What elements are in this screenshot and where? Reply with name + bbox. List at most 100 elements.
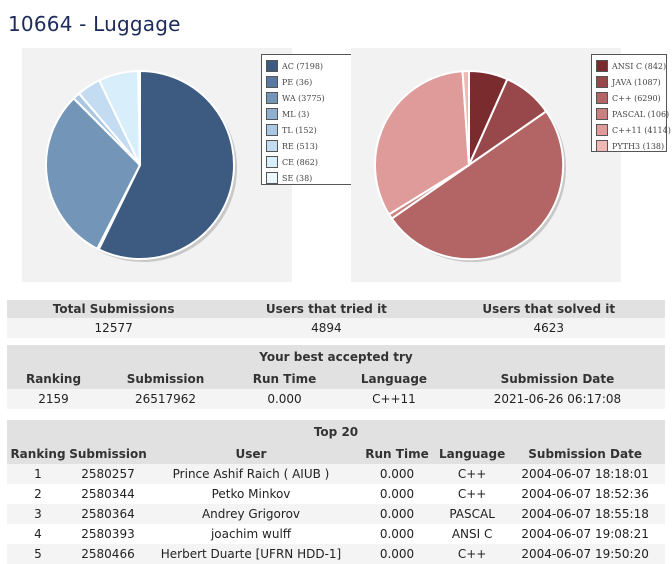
verdict-legend-label: ML (3) [282, 109, 310, 119]
language-legend-item: C++11 (4114) [596, 122, 671, 138]
top20-submission: 2580364 [69, 504, 147, 524]
language-legend-swatch [596, 92, 608, 104]
top20-user[interactable]: Prince Ashif Raich ( AIUB ) [147, 464, 355, 484]
best-date: 2021-06-26 06:17:08 [449, 389, 665, 409]
language-legend-swatch [596, 108, 608, 120]
language-legend-item: PASCAL (106) [596, 106, 669, 122]
language-legend-label: JAVA (1087) [612, 77, 661, 87]
top20-ranking: 1 [7, 464, 69, 484]
verdict-legend-label: AC (7198) [282, 61, 324, 71]
verdict-legend-swatch [266, 124, 278, 136]
verdict-legend-swatch [266, 76, 278, 88]
verdict-legend-label: WA (3775) [282, 93, 325, 103]
top20-ranking: 2 [7, 484, 69, 504]
verdict-legend-swatch [266, 156, 278, 168]
stats-header-solved: Users that solved it [432, 300, 665, 318]
stats-header-total: Total Submissions [7, 300, 221, 318]
top20-caption: Top 20 [7, 420, 665, 444]
best-runtime: 0.000 [230, 389, 339, 409]
verdict-legend-item: CE (862) [266, 154, 351, 170]
language-legend-label: ANSI C (842) [612, 61, 667, 71]
stats-header-tried: Users that tried it [220, 300, 433, 318]
language-legend-label: C++ (6290) [612, 93, 661, 103]
language-legend-label: C++11 (4114) [612, 125, 671, 135]
verdict-legend-swatch [266, 172, 278, 184]
table-row: 2 2580344 Petko Minkov 0.000 C++ 2004-06-07 1… [7, 484, 665, 504]
best-language: C++11 [338, 389, 450, 409]
verdict-legend-label: SE (38) [282, 173, 313, 183]
top20-header-language: Language [439, 444, 506, 464]
language-legend-item: ANSI C (842) [596, 58, 666, 74]
best-header-language: Language [338, 369, 450, 389]
stats-total-value: 12577 [7, 318, 221, 338]
verdict-legend-item: WA (3775) [266, 90, 351, 106]
top20-user[interactable]: Andrey Grigorov [147, 504, 355, 524]
verdict-legend-item: TL (152) [266, 122, 351, 138]
stats-table: Total Submissions Users that tried it Us… [7, 300, 665, 338]
stats-tried-value: 4894 [220, 318, 433, 338]
language-legend-swatch [596, 140, 608, 152]
top20-language: C++ [439, 484, 506, 504]
language-pie-svg [374, 69, 566, 262]
verdict-legend-label: RE (513) [282, 141, 318, 151]
best-header-submission: Submission [100, 369, 231, 389]
top20-language: C++ [439, 544, 506, 564]
verdict-legend-item: PE (36) [266, 74, 351, 90]
top20-runtime: 0.000 [355, 504, 439, 524]
top20-table: Top 20 Ranking Submission User Run Time … [7, 420, 665, 564]
top20-date: 2004-06-07 18:55:18 [505, 504, 665, 524]
verdict-legend-item: RE (513) [266, 138, 351, 154]
verdict-legend-item: AC (7198) [266, 58, 351, 74]
top20-submission: 2580344 [69, 484, 147, 504]
best-header-runtime: Run Time [230, 369, 339, 389]
verdict-legend-label: CE (862) [282, 157, 319, 167]
top20-submission: 2580466 [69, 544, 147, 564]
top20-language: PASCAL [439, 504, 506, 524]
top20-header-date: Submission Date [505, 444, 665, 464]
table-row: 4 2580393 joachim wulff 0.000 ANSI C 2004-06-… [7, 524, 665, 544]
verdict-legend-swatch [266, 140, 278, 152]
language-legend: ANSI C (842) JAVA (1087) C++ (6290) PASCAL … [591, 54, 671, 154]
best-try-table: Your best accepted try Ranking Submissio… [7, 345, 665, 409]
top20-submission: 2580257 [69, 464, 147, 484]
best-try-caption: Your best accepted try [7, 345, 665, 369]
language-legend-label: PYTH3 (138) [612, 141, 665, 151]
language-pie-chart [351, 48, 621, 282]
language-legend-swatch [596, 124, 608, 136]
top20-date: 2004-06-07 19:50:20 [505, 544, 665, 564]
top20-ranking: 5 [7, 544, 69, 564]
top20-user[interactable]: Petko Minkov [147, 484, 355, 504]
page-title: 10664 - Luggage [8, 12, 181, 36]
best-try-row: 2159 26517962 0.000 C++11 2021-06-26 06:… [7, 389, 665, 409]
top20-language: C++ [439, 464, 506, 484]
top20-date: 2004-06-07 19:08:21 [505, 524, 665, 544]
language-legend-item: JAVA (1087) [596, 74, 662, 90]
verdict-legend-item: ML (3) [266, 106, 351, 122]
top20-runtime: 0.000 [355, 464, 439, 484]
top20-header-ranking: Ranking [7, 444, 69, 464]
top20-ranking: 4 [7, 524, 69, 544]
top20-date: 2004-06-07 18:52:36 [505, 484, 665, 504]
verdict-legend-label: TL (152) [282, 125, 317, 135]
table-row: 3 2580364 Andrey Grigorov 0.000 PASCAL 2004-0… [7, 504, 665, 524]
table-row: 1 2580257 Prince Ashif Raich ( AIUB ) 0.000… [7, 464, 665, 484]
verdict-legend: AC (7198) PE (36) WA (3775) ML (3) TL (152) R… [261, 54, 356, 185]
top20-ranking: 3 [7, 504, 69, 524]
top20-header-submission: Submission [69, 444, 147, 464]
top20-header-runtime: Run Time [355, 444, 439, 464]
best-header-date: Submission Date [449, 369, 665, 389]
language-legend-label: PASCAL (106) [612, 109, 670, 119]
language-legend-swatch [596, 76, 608, 88]
best-submission: 26517962 [100, 389, 231, 409]
top20-user[interactable]: Herbert Duarte [UFRN HDD-1] [147, 544, 355, 564]
top20-submission: 2580393 [69, 524, 147, 544]
stats-solved-value: 4623 [432, 318, 665, 338]
top20-user[interactable]: joachim wulff [147, 524, 355, 544]
verdict-pie-svg [45, 69, 237, 262]
top20-language: ANSI C [439, 524, 506, 544]
language-legend-item: PYTH3 (138) [596, 138, 665, 154]
table-row: 5 2580466 Herbert Duarte [UFRN HDD-1] 0.000… [7, 544, 665, 564]
top20-header-user: User [147, 444, 355, 464]
top20-date: 2004-06-07 18:18:01 [505, 464, 665, 484]
verdict-pie-chart [22, 48, 292, 282]
